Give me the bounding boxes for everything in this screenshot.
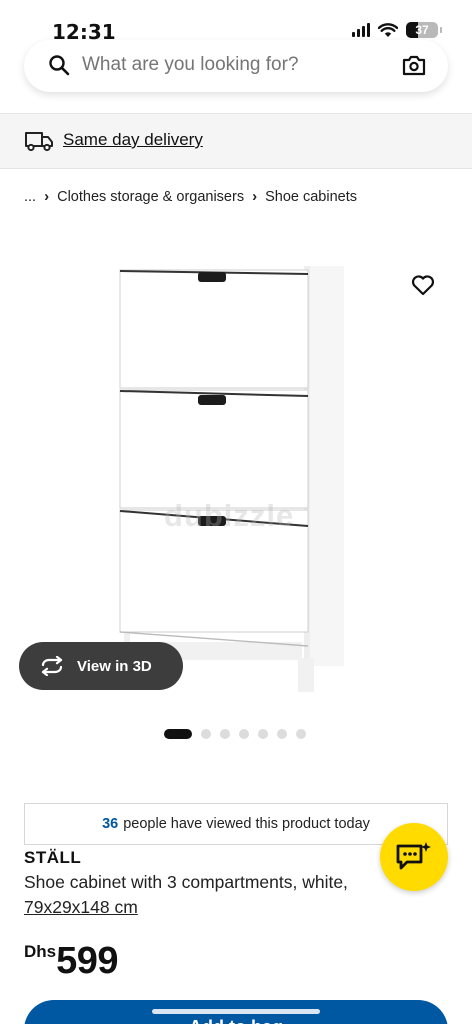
signal-icon <box>352 23 370 37</box>
search-bar[interactable] <box>24 40 448 92</box>
same-day-delivery-link[interactable]: Same day delivery <box>63 130 203 150</box>
rotate-3d-icon <box>41 656 63 676</box>
home-indicator <box>152 1009 320 1014</box>
chevron-right-icon: › <box>252 188 258 205</box>
view-in-3d-button[interactable]: View in 3D <box>19 642 183 690</box>
battery-icon: 37 <box>406 22 442 38</box>
product-dimensions-link[interactable]: 79x29x148 cm <box>24 897 138 918</box>
price: Dhs 599 <box>24 936 119 982</box>
wifi-icon <box>378 22 398 37</box>
status-icons: 37 <box>352 22 442 38</box>
product-image[interactable] <box>110 262 350 694</box>
carousel-dot[interactable] <box>201 729 211 739</box>
carousel-dot[interactable] <box>239 729 249 739</box>
viewed-text: people have viewed this product today <box>123 816 370 832</box>
view-in-3d-label: View in 3D <box>77 657 152 675</box>
carousel-dot-active[interactable] <box>164 729 192 739</box>
breadcrumb-clothes-storage[interactable]: Clothes storage & organisers <box>57 189 244 205</box>
chat-assistant-button[interactable] <box>380 823 448 891</box>
delivery-banner[interactable]: Same day delivery <box>0 114 472 168</box>
breadcrumb-shoe-cabinets[interactable]: Shoe cabinets <box>265 189 357 205</box>
carousel-dot[interactable] <box>296 729 306 739</box>
watermark: dubizzle <box>164 498 295 533</box>
battery-level: 37 <box>415 23 429 37</box>
viewed-count: 36 <box>102 816 119 832</box>
carousel-dot[interactable] <box>220 729 230 739</box>
price-value: 599 <box>56 940 119 982</box>
chat-sparkle-icon <box>396 842 431 870</box>
product-name: STÄLL <box>24 848 82 867</box>
carousel-dot[interactable] <box>277 729 287 739</box>
carousel-dots <box>164 729 306 739</box>
price-currency: Dhs <box>24 942 57 961</box>
chevron-right-icon: › <box>44 188 50 205</box>
camera-icon[interactable] <box>402 54 426 76</box>
heart-icon[interactable] <box>410 272 436 298</box>
carousel-dot[interactable] <box>258 729 268 739</box>
truck-icon <box>25 132 53 152</box>
breadcrumb: ... › Clothes storage & organisers › Sho… <box>24 188 357 205</box>
product-description: Shoe cabinet with 3 compartments, white, <box>24 872 348 892</box>
breadcrumb-ellipsis[interactable]: ... <box>24 189 36 205</box>
divider <box>0 168 472 169</box>
search-icon <box>49 55 70 76</box>
search-input[interactable] <box>82 54 382 76</box>
